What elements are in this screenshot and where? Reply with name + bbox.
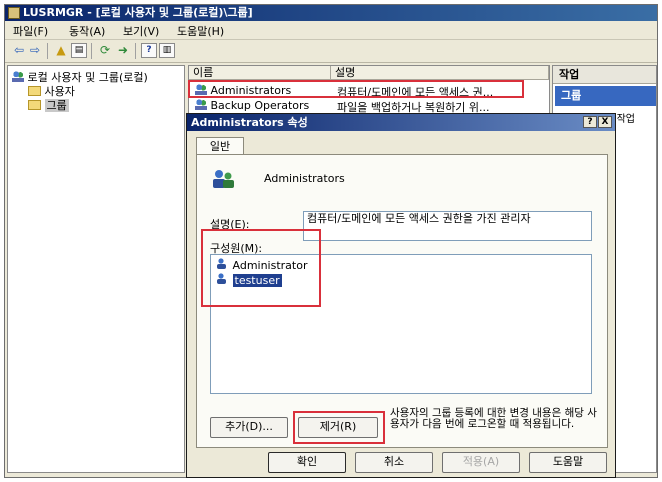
help-icon[interactable]: ? xyxy=(141,43,157,58)
column-header-name[interactable]: 이름 xyxy=(189,66,331,80)
menu-help[interactable]: 도움말(H) xyxy=(177,23,224,39)
toolbar-separator xyxy=(91,43,92,59)
actions-selected-item[interactable]: 그룹 xyxy=(555,86,656,106)
tab-strip: 일반 xyxy=(192,135,610,156)
forward-arrow-icon[interactable]: ⇨ xyxy=(27,43,43,58)
dialog-close-button[interactable]: X xyxy=(598,116,612,128)
row-name: Backup Operators xyxy=(210,99,310,112)
users-group-icon xyxy=(12,71,24,82)
column-header-description[interactable]: 설명 xyxy=(331,66,549,80)
export-list-icon[interactable]: ➜ xyxy=(115,43,131,58)
tree-item-groups[interactable]: 그룹 xyxy=(28,97,69,113)
app-icon xyxy=(8,7,20,19)
description-input[interactable]: 컴퓨터/도메인에 모든 액세스 권한을 가진 관리자 xyxy=(303,211,592,241)
dialog-title: Administrators 속성 xyxy=(191,116,308,129)
group-large-icon xyxy=(210,168,236,190)
toolbar-separator xyxy=(135,43,136,59)
menu-view[interactable]: 보기(V) xyxy=(123,23,159,39)
window-titlebar[interactable]: LUSRMGR - [로컬 사용자 및 그룹(로컬)\그룹] xyxy=(5,5,657,21)
console-tree: 로컬 사용자 및 그룹(로컬) 사용자 그룹 xyxy=(7,65,185,473)
back-arrow-icon[interactable]: ⇦ xyxy=(11,43,27,58)
window-title: LUSRMGR - [로컬 사용자 및 그룹(로컬)\그룹] xyxy=(23,6,253,19)
highlight-remove-button xyxy=(293,411,385,444)
group-name: Administrators xyxy=(264,172,345,185)
help-button[interactable]: 도움말 xyxy=(529,452,607,473)
folder-icon xyxy=(28,100,41,110)
highlight-administrators-row xyxy=(188,80,524,98)
toolbar: ⇦ ⇨ ▲ ▤ ⟳ ➜ ? ▥ xyxy=(5,40,657,63)
add-button[interactable]: 추가(D)... xyxy=(210,417,288,438)
up-folder-icon[interactable]: ▲ xyxy=(53,43,69,58)
dialog-help-button[interactable]: ? xyxy=(583,116,597,128)
refresh-icon[interactable]: ⟳ xyxy=(97,43,113,58)
toolbar-separator xyxy=(47,43,48,59)
folder-icon xyxy=(28,86,41,96)
highlight-members xyxy=(201,229,321,307)
tree-item-label: 그룹 xyxy=(44,99,69,112)
dialog-titlebar[interactable]: Administrators 속성 ? X xyxy=(187,114,615,131)
actions-header: 작업 xyxy=(553,66,656,84)
show-hide-tree-icon[interactable]: ▤ xyxy=(71,43,87,58)
menu-action[interactable]: 동작(A) xyxy=(69,23,105,39)
menu-file[interactable]: 파일(F) xyxy=(13,23,48,39)
action-pane-icon[interactable]: ▥ xyxy=(159,43,175,58)
cancel-button[interactable]: 취소 xyxy=(355,452,433,473)
ok-button[interactable]: 확인 xyxy=(268,452,346,473)
membership-note: 사용자의 그룹 등록에 대한 변경 내용은 해당 사용자가 다음 번에 로그온할… xyxy=(390,407,597,430)
group-icon xyxy=(195,99,207,110)
apply-button[interactable]: 적용(A) xyxy=(442,452,520,473)
list-row[interactable]: Backup Operators xyxy=(195,99,309,112)
menu-bar: 파일(F) 동작(A) 보기(V) 도움말(H) xyxy=(5,21,657,40)
